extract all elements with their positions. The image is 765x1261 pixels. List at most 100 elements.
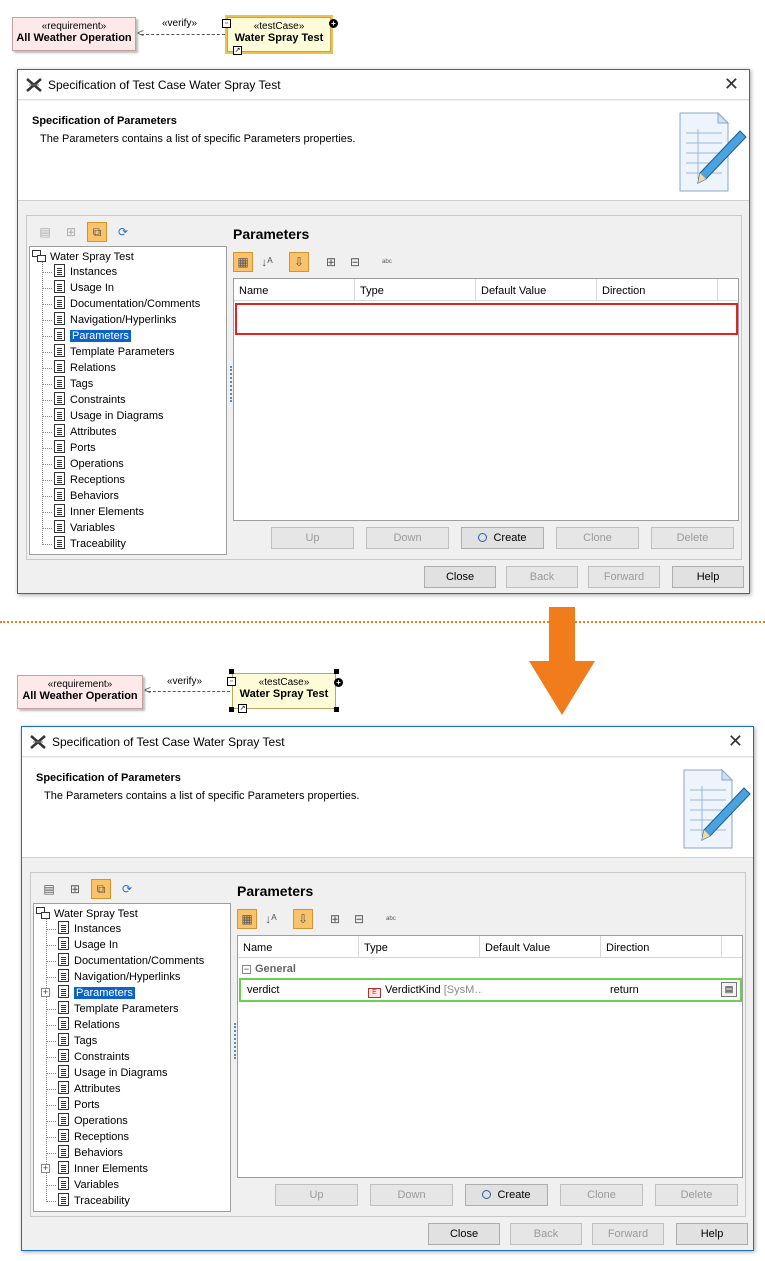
close-icon[interactable]: ✕ <box>724 74 739 95</box>
selection-handle[interactable] <box>334 669 339 674</box>
parameter-row[interactable]: verdict E VerdictKind [SysM… return ▤ <box>239 978 742 1002</box>
delete-button[interactable]: Delete <box>655 1184 738 1206</box>
up-button[interactable]: Up <box>275 1184 358 1206</box>
sort-alpha-icon[interactable]: ↓ᴬ <box>261 909 281 929</box>
tree-item-template-parameters[interactable]: Template Parameters <box>58 1001 179 1017</box>
create-button[interactable]: Create <box>461 527 544 549</box>
compact-view-icon[interactable]: ⧉ <box>87 222 107 242</box>
selection-handle[interactable] <box>334 707 339 712</box>
testcase-element[interactable]: «testCase» Water Spray Test <box>225 15 333 54</box>
tree-item-inner-elements[interactable]: Inner Elements <box>54 504 144 520</box>
testcase-compartment-icon[interactable]: ▫ <box>227 677 236 686</box>
tree-item-behaviors[interactable]: Behaviors <box>54 488 119 504</box>
sort-alpha-icon[interactable]: ↓ᴬ <box>257 252 277 272</box>
tree-item-navigation[interactable]: Navigation/Hyperlinks <box>54 312 176 328</box>
expand-inner-elements-icon[interactable]: + <box>41 1164 50 1173</box>
tree-root[interactable]: Water Spray Test <box>36 906 138 922</box>
categorized-icon[interactable]: ▦ <box>233 252 253 272</box>
collapse-all-icon[interactable]: ⊟ <box>349 909 369 929</box>
column-header-name[interactable]: Name <box>234 279 355 301</box>
cell-default-value[interactable] <box>483 980 604 1000</box>
tree-item-traceability[interactable]: Traceability <box>54 536 126 552</box>
categorized-icon[interactable]: ▦ <box>237 909 257 929</box>
testcase-add-icon[interactable]: + <box>329 19 338 28</box>
tree-item-parameters[interactable]: Parameters <box>58 985 135 1001</box>
close-button[interactable]: Close <box>428 1223 500 1245</box>
cell-direction[interactable]: return <box>604 980 725 1000</box>
compact-view-icon[interactable]: ⧉ <box>91 879 111 899</box>
column-header-default-value[interactable]: Default Value <box>476 279 597 301</box>
cell-name[interactable]: verdict <box>241 980 362 1000</box>
close-icon[interactable]: ✕ <box>728 731 743 752</box>
list-view-icon[interactable]: ▤ <box>39 879 59 899</box>
tree-item-instances[interactable]: Instances <box>58 921 121 937</box>
collapse-group-icon[interactable]: − <box>242 965 251 974</box>
tree-view-icon[interactable]: ⊞ <box>65 879 85 899</box>
cell-type[interactable]: E VerdictKind [SysM… <box>362 980 483 1000</box>
forward-button[interactable]: Forward <box>588 566 660 588</box>
tree-item-template-parameters[interactable]: Template Parameters <box>54 344 175 360</box>
tree-item-tags[interactable]: Tags <box>58 1033 97 1049</box>
up-button[interactable]: Up <box>271 527 354 549</box>
tree-item-attributes[interactable]: Attributes <box>54 424 116 440</box>
testcase-link-icon[interactable]: ↗ <box>238 704 247 713</box>
tree-item-ports[interactable]: Ports <box>58 1097 100 1113</box>
tree-item-usage-in[interactable]: Usage In <box>54 280 114 296</box>
sort-order-icon[interactable]: ⇩ <box>293 909 313 929</box>
tree-item-traceability[interactable]: Traceability <box>58 1193 130 1209</box>
list-view-icon[interactable]: ▤ <box>35 222 55 242</box>
tree-item-parameters[interactable]: Parameters <box>54 328 131 344</box>
tree-item-variables[interactable]: Variables <box>54 520 115 536</box>
tree-item-behaviors[interactable]: Behaviors <box>58 1145 123 1161</box>
column-header-name[interactable]: Name <box>238 936 359 958</box>
tree-item-relations[interactable]: Relations <box>54 360 116 376</box>
tree-root[interactable]: Water Spray Test <box>32 249 134 265</box>
column-header-direction[interactable]: Direction <box>597 279 718 301</box>
expand-all-icon[interactable]: ⊞ <box>325 909 345 929</box>
forward-button[interactable]: Forward <box>592 1223 664 1245</box>
tree-item-tags[interactable]: Tags <box>54 376 93 392</box>
expand-parameters-icon[interactable]: + <box>41 988 50 997</box>
text-filter-icon[interactable]: ᵃᵇᶜ <box>377 252 397 272</box>
delete-button[interactable]: Delete <box>651 527 734 549</box>
tree-item-usage-in-diagrams[interactable]: Usage in Diagrams <box>54 408 164 424</box>
back-button[interactable]: Back <box>506 566 578 588</box>
tree-item-receptions[interactable]: Receptions <box>54 472 125 488</box>
help-button[interactable]: Help <box>672 566 744 588</box>
create-button[interactable]: Create <box>465 1184 548 1206</box>
group-general[interactable]: − General <box>242 962 296 976</box>
collapse-all-icon[interactable]: ⊟ <box>345 252 365 272</box>
help-button[interactable]: Help <box>676 1223 748 1245</box>
requirement-element[interactable]: «requirement» All Weather Operation <box>17 675 143 709</box>
refresh-icon[interactable]: ⟳ <box>113 222 133 242</box>
column-header-type[interactable]: Type <box>355 279 476 301</box>
tree-item-attributes[interactable]: Attributes <box>58 1081 120 1097</box>
expand-all-icon[interactable]: ⊞ <box>321 252 341 272</box>
tree-item-relations[interactable]: Relations <box>58 1017 120 1033</box>
tree-item-usage-in-diagrams[interactable]: Usage in Diagrams <box>58 1065 168 1081</box>
tree-view-icon[interactable]: ⊞ <box>61 222 81 242</box>
close-button[interactable]: Close <box>424 566 496 588</box>
dialog-titlebar[interactable]: Specification of Test Case Water Spray T… <box>18 70 749 100</box>
tree-item-receptions[interactable]: Receptions <box>58 1129 129 1145</box>
tree-item-constraints[interactable]: Constraints <box>58 1049 130 1065</box>
requirement-element[interactable]: «requirement» All Weather Operation <box>12 17 136 51</box>
column-header-type[interactable]: Type <box>359 936 480 958</box>
verify-dependency-line[interactable] <box>141 34 225 35</box>
clone-button[interactable]: Clone <box>560 1184 643 1206</box>
back-button[interactable]: Back <box>510 1223 582 1245</box>
down-button[interactable]: Down <box>366 527 449 549</box>
selection-handle[interactable] <box>229 669 234 674</box>
tree-item-instances[interactable]: Instances <box>54 264 117 280</box>
tree-item-variables[interactable]: Variables <box>58 1177 119 1193</box>
tree-item-constraints[interactable]: Constraints <box>54 392 126 408</box>
tree-item-operations[interactable]: Operations <box>54 456 124 472</box>
column-header-default-value[interactable]: Default Value <box>480 936 601 958</box>
tree-item-operations[interactable]: Operations <box>58 1113 128 1129</box>
testcase-link-icon[interactable]: ↗ <box>233 46 242 55</box>
tree-item-ports[interactable]: Ports <box>54 440 96 456</box>
testcase-element[interactable]: «testCase» Water Spray Test <box>232 673 336 709</box>
tree-item-usage-in[interactable]: Usage In <box>58 937 118 953</box>
selection-handle[interactable] <box>229 707 234 712</box>
testcase-compartment-icon[interactable]: ▫ <box>222 19 231 28</box>
